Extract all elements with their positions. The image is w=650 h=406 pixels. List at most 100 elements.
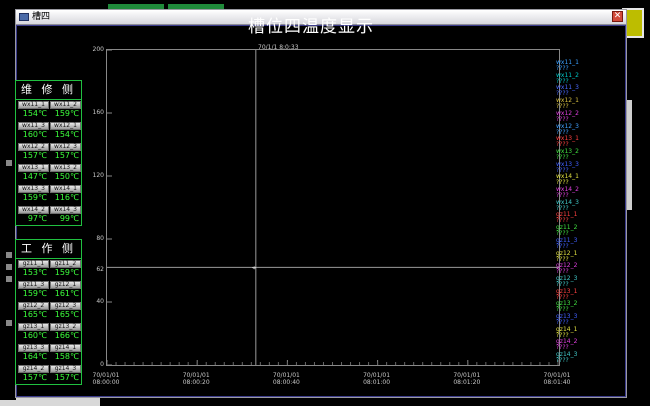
working-temp-cell: gz11_1 153℃	[18, 260, 49, 278]
maintenance-temp-cell: wx12_2 157℃	[18, 143, 49, 161]
close-icon[interactable]: ✕	[612, 11, 623, 22]
window-title: 槽四	[32, 12, 51, 22]
maintenance-temp-cell: wx11_2 159℃	[50, 101, 81, 119]
sensor-temperature: 158℃	[54, 352, 79, 361]
legend-series-value: ????	[556, 357, 569, 365]
sensor-label[interactable]: wx11_2	[50, 101, 81, 109]
page-title: 槽位四温度显示	[248, 17, 374, 37]
sensor-label[interactable]: wx12_3	[50, 143, 81, 151]
sensor-temperature: 153℃	[22, 268, 47, 277]
x-tick-date: 70/01/01	[543, 372, 571, 379]
x-tick-date: 70/01/01	[453, 372, 481, 379]
crosshair-icon[interactable]: ⌖	[252, 263, 257, 272]
x-tick-label: 70/01/01 08:01:00	[362, 372, 392, 386]
maintenance-temp-cell: wx13_3 159℃	[18, 185, 49, 203]
sensor-label[interactable]: gz13_3	[18, 344, 49, 352]
working-temp-cell: gz14_1 158℃	[50, 344, 81, 362]
sensor-temperature: 160℃	[22, 130, 47, 139]
working-temp-cell: gz11_2 159℃	[50, 260, 81, 278]
sensor-label[interactable]: wx12_1	[50, 122, 81, 130]
sensor-temperature: 166℃	[54, 331, 79, 340]
sensor-label[interactable]: wx13_2	[50, 164, 81, 172]
sensor-temperature: 157℃	[22, 373, 47, 382]
y-tick-label: 120	[92, 172, 104, 179]
sensor-label[interactable]: gz12_3	[50, 302, 81, 310]
x-tick-date: 70/01/01	[363, 372, 391, 379]
window-app-icon	[19, 13, 29, 21]
sensor-label[interactable]: gz12_1	[50, 281, 81, 289]
background-sidebar	[0, 30, 16, 400]
x-tick-time: 08:01:40	[543, 379, 571, 386]
x-tick-label: 70/01/01 08:00:20	[181, 372, 211, 386]
cursor-value-readout: 62	[96, 266, 104, 273]
x-tick-time: 08:01:20	[453, 379, 481, 386]
maintenance-side-heading: 维 修 侧	[16, 81, 81, 100]
legend-series-value: ????	[556, 280, 569, 288]
x-tick-label: 70/01/01 08:01:40	[542, 372, 572, 386]
sensor-temperature: 165℃	[22, 310, 47, 319]
working-temp-cell: gz12_2 165℃	[18, 302, 49, 320]
sensor-temperature: 116℃	[54, 193, 79, 202]
sensor-label[interactable]: gz14_3	[50, 365, 81, 373]
x-tick-time: 08:00:20	[182, 379, 210, 386]
maintenance-temp-cell: wx13_1 147℃	[18, 164, 49, 182]
sensor-temperature: 159℃	[54, 268, 79, 277]
sensor-label[interactable]: gz11_3	[18, 281, 49, 289]
x-tick-label: 70/01/01 08:00:40	[271, 372, 301, 386]
sensor-temperature: 150℃	[54, 172, 79, 181]
maintenance-temp-cell: wx12_3 157℃	[50, 143, 81, 161]
sensor-label[interactable]: wx14_2	[18, 206, 49, 214]
working-temp-cell: gz14_2 157℃	[18, 365, 49, 383]
x-tick-date: 70/01/01	[272, 372, 300, 379]
sensor-temperature: 161℃	[54, 289, 79, 298]
x-tick-time: 08:00:40	[272, 379, 300, 386]
sensor-label[interactable]: gz13_1	[18, 323, 49, 331]
sensor-label[interactable]: wx11_3	[18, 122, 49, 130]
temperature-chart: ⌖	[107, 50, 559, 365]
y-tick-label: 200	[92, 46, 104, 53]
x-tick-label: 70/01/01 08:01:20	[452, 372, 482, 386]
sensor-temperature: 99℃	[59, 214, 79, 223]
sensor-temperature: 157℃	[54, 151, 79, 160]
working-side-heading: 工 作 侧	[16, 240, 81, 259]
sensor-temperature: 154℃	[22, 109, 47, 118]
y-tick-label: 160	[92, 109, 104, 116]
maintenance-temp-cell: wx14_1 116℃	[50, 185, 81, 203]
sensor-temperature: 157℃	[22, 151, 47, 160]
sensor-label[interactable]: gz13_2	[50, 323, 81, 331]
sensor-temperature: 157℃	[54, 373, 79, 382]
legend-series-value: ????	[556, 153, 569, 161]
sensor-label[interactable]: gz11_1	[18, 260, 49, 268]
maintenance-temp-cell: wx11_3 160℃	[18, 122, 49, 140]
sensor-temperature: 154℃	[54, 130, 79, 139]
working-temp-cell: gz12_1 161℃	[50, 281, 81, 299]
sensor-label[interactable]: gz14_1	[50, 344, 81, 352]
working-temp-cell: gz12_3 165℃	[50, 302, 81, 320]
legend-series-value: ????	[556, 242, 569, 250]
working-temp-cell: gz13_3 164℃	[18, 344, 49, 362]
sensor-label[interactable]: wx11_1	[18, 101, 49, 109]
sensor-temperature: 164℃	[22, 352, 47, 361]
sensor-label[interactable]: wx13_1	[18, 164, 49, 172]
sensor-label[interactable]: wx13_3	[18, 185, 49, 193]
sensor-label[interactable]: gz14_2	[18, 365, 49, 373]
sensor-temperature: 97℃	[27, 214, 47, 223]
maintenance-temp-cell: wx12_1 154℃	[50, 122, 81, 140]
sensor-temperature: 159℃	[22, 193, 47, 202]
x-tick-date: 70/01/01	[182, 372, 210, 379]
x-tick-time: 08:01:00	[363, 379, 391, 386]
sensor-label[interactable]: wx14_1	[50, 185, 81, 193]
maintenance-side-panel: 维 修 侧 wx11_1 154℃ wx11_2 159℃ wx11_3 160℃ wx12…	[15, 80, 82, 226]
sensor-label[interactable]: wx12_2	[18, 143, 49, 151]
y-tick-label: 80	[96, 235, 104, 242]
sensor-label[interactable]: wx14_3	[50, 206, 81, 214]
x-tick-date: 70/01/01	[92, 372, 120, 379]
maintenance-temp-cell: wx14_2 97℃	[18, 206, 49, 224]
sensor-temperature: 160℃	[22, 331, 47, 340]
maintenance-temp-cell: wx11_1 154℃	[18, 101, 49, 119]
sensor-label[interactable]: gz12_2	[18, 302, 49, 310]
working-temp-cell: gz14_3 157℃	[50, 365, 81, 383]
sensor-temperature: 159℃	[22, 289, 47, 298]
working-temp-cell: gz13_2 166℃	[50, 323, 81, 341]
sensor-label[interactable]: gz11_2	[50, 260, 81, 268]
